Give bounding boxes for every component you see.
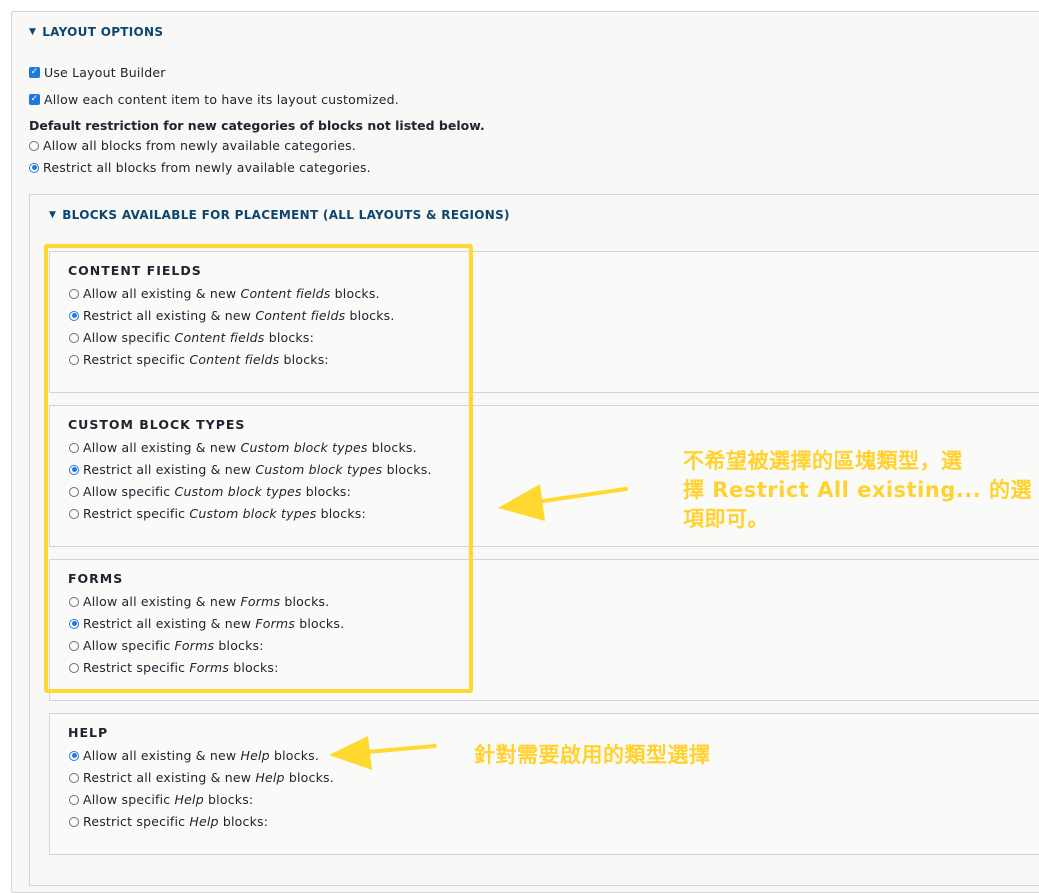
blocks-summary[interactable]: ▼ BLOCKS AVAILABLE FOR PLACEMENT (ALL LA…: [49, 208, 510, 222]
triangle-down-icon: ▼: [49, 210, 57, 220]
allow-customize-checkbox[interactable]: ✓ Allow each content item to have its la…: [29, 92, 399, 107]
help-option[interactable]: Allow all existing & new Help blocks.: [69, 748, 319, 763]
help-option[interactable]: Allow specific Help blocks:: [69, 792, 253, 807]
default-restrict-radio[interactable]: Restrict all blocks from newly available…: [29, 160, 371, 175]
checkbox-checked-icon[interactable]: ✓: [29, 67, 40, 78]
help-option[interactable]: Restrict specific Help blocks:: [69, 814, 268, 829]
layout-options-summary[interactable]: ▼ LAYOUT OPTIONS: [29, 25, 163, 39]
radio-icon[interactable]: [69, 772, 79, 783]
radio-icon[interactable]: [29, 140, 39, 151]
radio-icon[interactable]: [69, 794, 79, 805]
help-option[interactable]: Restrict all existing & new Help blocks.: [69, 770, 334, 785]
default-restriction-label: Default restriction for new categories o…: [29, 118, 485, 133]
group-title: HELP: [68, 725, 109, 740]
radio-selected-icon[interactable]: [29, 162, 39, 173]
checkbox-checked-icon[interactable]: ✓: [29, 94, 40, 105]
highlight-box: [44, 244, 473, 693]
default-allow-radio[interactable]: Allow all blocks from newly available ca…: [29, 138, 356, 153]
radio-selected-icon[interactable]: [69, 750, 79, 761]
use-layout-builder-checkbox[interactable]: ✓ Use Layout Builder: [29, 65, 166, 80]
annotation-note-restrict: 不希望被選擇的區塊類型，選 擇 Restrict All existing...…: [683, 449, 1033, 531]
radio-icon[interactable]: [69, 816, 79, 827]
annotation-note-help: 針對需要啟用的類型選擇: [474, 743, 711, 767]
triangle-down-icon: ▼: [29, 27, 37, 37]
